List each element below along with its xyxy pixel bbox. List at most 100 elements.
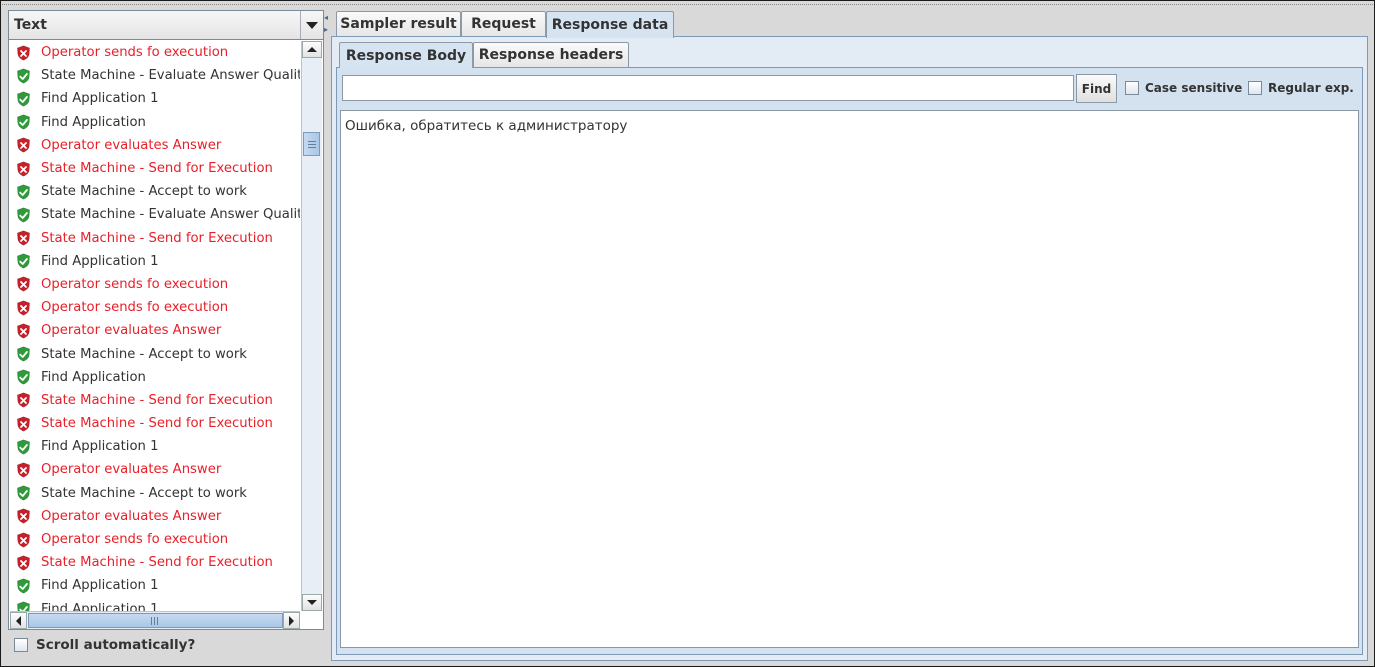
result-item[interactable]: Operator evaluates Answer: [10, 458, 300, 481]
error-shield-icon: [16, 45, 41, 61]
renderer-select-value: Text: [14, 17, 47, 33]
case-sensitive-checkbox[interactable]: Case sensitive: [1125, 81, 1242, 95]
result-item-label: Operator evaluates Answer: [41, 462, 222, 478]
split-pane-divider[interactable]: ◂ ▸: [323, 10, 331, 660]
success-shield-icon: [16, 601, 41, 611]
tab-label: Request: [471, 16, 536, 32]
result-item[interactable]: State Machine - Accept to work: [10, 180, 300, 203]
result-item[interactable]: Operator sends fo execution: [10, 41, 300, 64]
result-item-label: State Machine - Evaluate Answer Quality: [41, 207, 300, 223]
error-shield-icon: [16, 300, 41, 316]
result-item[interactable]: Find Application 1: [10, 435, 300, 458]
scroll-automatically-checkbox[interactable]: Scroll automatically?: [14, 637, 195, 653]
tab-label: Response Body: [345, 47, 467, 64]
tab-request[interactable]: Request: [461, 11, 546, 36]
scroll-automatically-label: Scroll automatically?: [36, 637, 196, 653]
result-item-label: State Machine - Send for Execution: [41, 392, 273, 408]
result-item-label: Operator sends fo execution: [41, 300, 229, 316]
result-item-label: Operator evaluates Answer: [41, 508, 222, 524]
result-item-label: Find Application 1: [41, 601, 159, 611]
result-item-label: Find Application 1: [41, 439, 159, 455]
error-shield-icon: [16, 508, 41, 524]
error-shield-icon: [16, 416, 41, 432]
result-item-label: State Machine - Send for Execution: [41, 230, 273, 246]
success-shield-icon: [16, 369, 41, 385]
tab-sampler-result[interactable]: Sampler result: [336, 11, 461, 36]
result-item[interactable]: Operator evaluates Answer: [10, 319, 300, 342]
result-item[interactable]: State Machine - Send for Execution: [10, 551, 300, 574]
result-item[interactable]: State Machine - Accept to work: [10, 342, 300, 365]
success-shield-icon: [16, 439, 41, 455]
result-item[interactable]: Operator sends fo execution: [10, 296, 300, 319]
scroll-up-icon[interactable]: [302, 41, 322, 58]
result-item[interactable]: Operator sends fo execution: [10, 273, 300, 296]
find-bar: Find Case sensitive Regular exp.: [340, 74, 1359, 106]
result-item[interactable]: Find Application 1: [10, 87, 300, 110]
checkbox-box[interactable]: [1248, 81, 1262, 95]
result-item-label: Find Application 1: [41, 91, 159, 107]
result-item-label: Find Application 1: [41, 253, 159, 269]
case-sensitive-label: Case sensitive: [1145, 81, 1243, 95]
collapse-left-icon[interactable]: ◂: [324, 14, 328, 22]
result-item[interactable]: Operator evaluates Answer: [10, 134, 300, 157]
result-item-label: State Machine - Evaluate Answer Quality: [41, 68, 300, 84]
success-shield-icon: [16, 184, 41, 200]
error-shield-icon: [16, 323, 41, 339]
result-item[interactable]: State Machine - Send for Execution: [10, 227, 300, 250]
scroll-left-icon[interactable]: [10, 612, 27, 629]
search-input[interactable]: [342, 75, 1074, 101]
find-button-label: Find: [1081, 81, 1112, 96]
result-item-label: State Machine - Accept to work: [41, 184, 247, 200]
results-list: Operator sends fo execution State Machine…: [10, 41, 300, 611]
tab-response-body[interactable]: Response Body: [339, 42, 473, 68]
tab-response-data[interactable]: Response data: [546, 11, 674, 38]
scroll-down-icon[interactable]: [302, 594, 322, 611]
result-item[interactable]: Find Application 1: [10, 598, 300, 611]
result-item[interactable]: Operator sends fo execution: [10, 528, 300, 551]
horizontal-scroll-thumb[interactable]: [28, 613, 283, 628]
result-item[interactable]: Find Application 1: [10, 574, 300, 597]
result-item-label: Operator evaluates Answer: [41, 323, 222, 339]
renderer-select[interactable]: Text: [9, 11, 323, 40]
regular-exp-checkbox[interactable]: Regular exp.: [1248, 81, 1354, 95]
tab-response-headers[interactable]: Response headers: [473, 42, 629, 67]
tab-label: Sampler result: [340, 16, 457, 32]
result-item[interactable]: State Machine - Accept to work: [10, 482, 300, 505]
response-body-text: Ошибка, обратитесь к администратору: [345, 118, 628, 134]
window-top-edge: [0, 4, 1375, 6]
result-item[interactable]: State Machine - Evaluate Answer Quality: [10, 203, 300, 226]
success-shield-icon: [16, 253, 41, 269]
result-item-label: Operator evaluates Answer: [41, 137, 222, 153]
success-shield-icon: [16, 578, 41, 594]
vertical-scrollbar[interactable]: [301, 41, 322, 611]
result-item[interactable]: Find Application 1: [10, 250, 300, 273]
response-body-text-area[interactable]: Ошибка, обратитесь к администратору: [340, 110, 1359, 648]
result-item[interactable]: State Machine - Send for Execution: [10, 412, 300, 435]
result-item[interactable]: Find Application: [10, 111, 300, 134]
error-shield-icon: [16, 462, 41, 478]
error-shield-icon: [16, 555, 41, 571]
horizontal-scrollbar[interactable]: [10, 611, 300, 629]
success-shield-icon: [16, 114, 41, 130]
error-shield-icon: [16, 161, 41, 177]
result-item-label: State Machine - Send for Execution: [41, 161, 273, 177]
checkbox-box[interactable]: [1125, 81, 1139, 95]
result-item-label: State Machine - Accept to work: [41, 346, 247, 362]
result-item[interactable]: Find Application: [10, 366, 300, 389]
result-item-label: Operator sends fo execution: [41, 276, 229, 292]
chevron-down-icon[interactable]: [300, 11, 323, 39]
result-item-label: Find Application 1: [41, 578, 159, 594]
result-item-label: State Machine - Send for Execution: [41, 416, 273, 432]
result-item-label: Find Application: [41, 369, 146, 385]
scroll-right-icon[interactable]: [283, 612, 300, 629]
find-button[interactable]: Find: [1076, 74, 1117, 103]
error-shield-icon: [16, 230, 41, 246]
checkbox-box[interactable]: [14, 638, 28, 652]
result-item[interactable]: State Machine - Send for Execution: [10, 389, 300, 412]
result-item[interactable]: State Machine - Evaluate Answer Quality: [10, 64, 300, 87]
collapse-right-icon[interactable]: ▸: [324, 26, 328, 34]
result-item[interactable]: Operator evaluates Answer: [10, 505, 300, 528]
vertical-scroll-thumb[interactable]: [303, 132, 320, 156]
regular-exp-label: Regular exp.: [1268, 81, 1354, 95]
result-item[interactable]: State Machine - Send for Execution: [10, 157, 300, 180]
